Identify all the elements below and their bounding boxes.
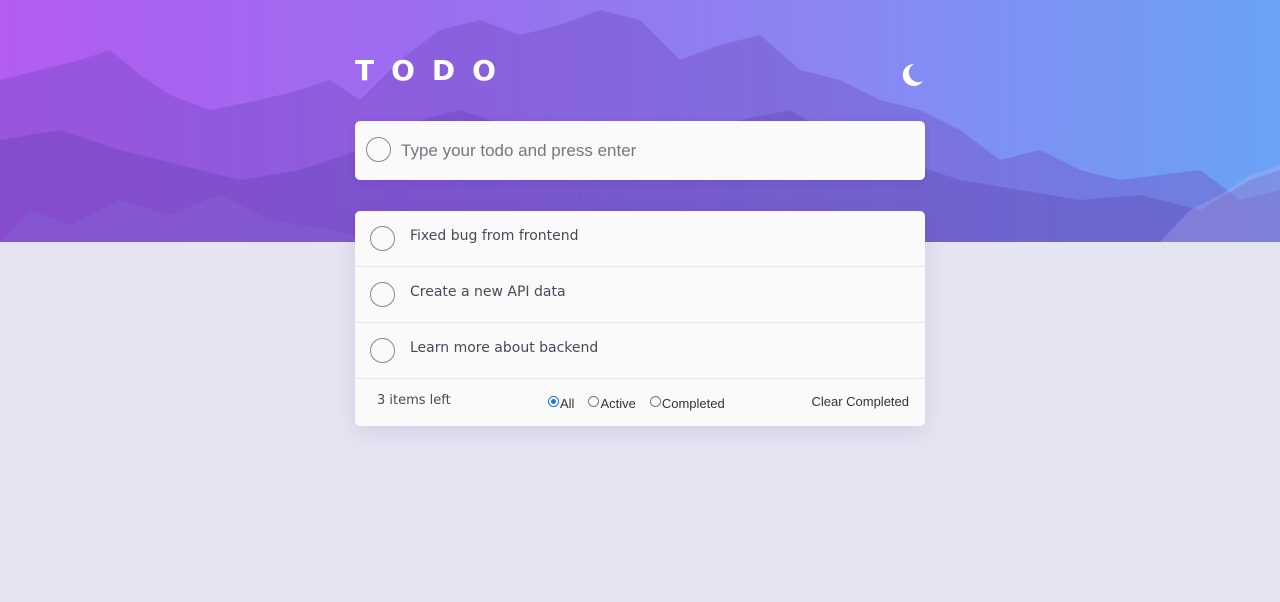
todo-text: Fixed bug from frontend	[410, 228, 579, 244]
filter-active-label: Active	[600, 396, 636, 411]
filter-group: All Active Completed	[548, 393, 739, 411]
theme-toggle-button[interactable]	[897, 60, 925, 90]
todo-text: Learn more about backend	[410, 340, 599, 356]
app-title: TODO	[355, 54, 513, 87]
todo-checkbox[interactable]	[370, 282, 395, 307]
new-todo-input[interactable]	[399, 133, 903, 169]
list-item[interactable]: Learn more about backend	[355, 323, 925, 379]
moon-icon	[902, 63, 923, 86]
todo-checkbox[interactable]	[370, 226, 395, 251]
todo-list: Fixed bug from frontend Create a new API…	[355, 211, 925, 426]
filter-completed-label: Completed	[661, 396, 725, 411]
filter-active-radio[interactable]	[588, 395, 600, 407]
new-todo-card	[355, 121, 925, 180]
filter-all-radio[interactable]	[548, 395, 559, 407]
list-footer: 3 items left All Active Completed Clear …	[355, 379, 925, 426]
todo-text: Create a new API data	[410, 284, 566, 300]
new-todo-checkbox[interactable]	[366, 137, 391, 162]
list-item[interactable]: Fixed bug from frontend	[355, 211, 925, 267]
clear-completed-button[interactable]: Clear Completed	[811, 394, 909, 409]
filter-active[interactable]: Active	[588, 393, 636, 411]
filter-completed[interactable]: Completed	[649, 393, 725, 411]
items-left-count: 3 items left	[377, 393, 451, 408]
todo-checkbox[interactable]	[370, 338, 395, 363]
list-item[interactable]: Create a new API data	[355, 267, 925, 323]
filter-completed-radio[interactable]	[649, 395, 661, 407]
filter-all[interactable]: All	[548, 393, 574, 411]
filter-all-label: All	[560, 396, 575, 411]
